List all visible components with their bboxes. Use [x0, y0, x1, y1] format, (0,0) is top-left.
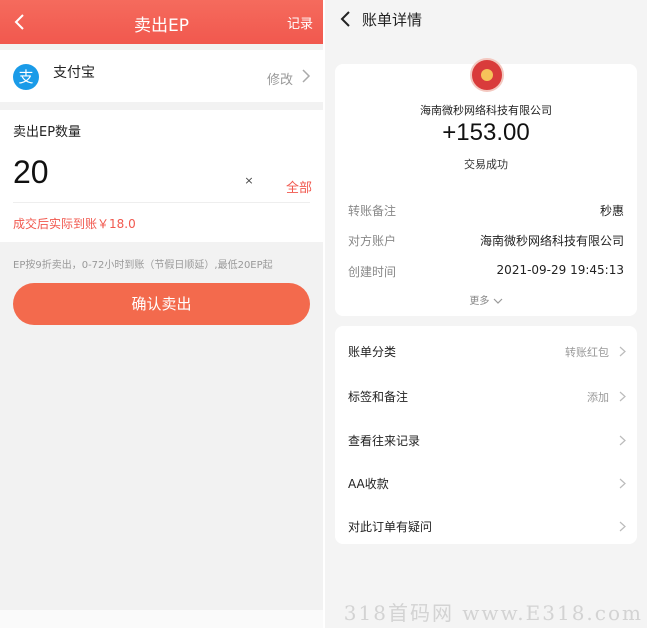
- menu-value: 添加: [587, 391, 609, 404]
- sell-note: EP按9折卖出，0-72小时到账（节假日顺延）,最低20EP起: [13, 260, 273, 271]
- company-name: 海南微秒网络科技有限公司: [420, 104, 552, 117]
- menu-item-tags[interactable]: 标签和备注 添加: [335, 374, 637, 414]
- chevron-right-icon: [619, 391, 626, 402]
- sell-ep-header: 卖出EP 记录: [0, 0, 323, 44]
- chevron-right-icon: [619, 346, 626, 357]
- menu-item-question[interactable]: 对此订单有疑问: [335, 504, 637, 544]
- detail-row-account: 对方账户 海南微秒网络科技有限公司: [348, 232, 624, 250]
- menu-item-category[interactable]: 账单分类 转账红包: [335, 329, 637, 369]
- menu-label: AA收款: [348, 477, 389, 491]
- clear-icon[interactable]: ×: [242, 174, 256, 188]
- chevron-right-icon: [619, 435, 626, 446]
- detail-key: 转账备注: [348, 204, 397, 218]
- transaction-amount: +153.00: [442, 119, 530, 146]
- menu-item-history[interactable]: 查看往来记录: [335, 418, 637, 458]
- back-arrow-icon[interactable]: [335, 8, 357, 30]
- payment-method-name: 支付宝: [53, 65, 95, 81]
- transaction-card: 海南微秒网络科技有限公司 +153.00 交易成功 转账备注 秒惠 对方账户 海…: [335, 58, 637, 316]
- bill-detail-header: 账单详情: [325, 0, 647, 40]
- confirm-sell-button[interactable]: 确认卖出: [13, 283, 310, 325]
- page-title: 卖出EP: [134, 16, 189, 36]
- menu-label: 标签和备注: [348, 390, 409, 404]
- detail-row-remark: 转账备注 秒惠: [348, 202, 624, 220]
- amount-input[interactable]: 20: [13, 154, 49, 191]
- detail-value: 海南微秒网络科技有限公司: [479, 234, 624, 248]
- chevron-down-icon: [493, 298, 503, 304]
- amount-label: 卖出EP数量: [13, 125, 82, 140]
- menu-label: 对此订单有疑问: [348, 520, 433, 534]
- detail-key: 创建时间: [348, 265, 397, 279]
- detail-value: 2021-09-29 19:45:13: [496, 263, 624, 277]
- sell-amount-card: 卖出EP数量 20 × 全部 成交后实际到账￥18.0: [0, 110, 323, 242]
- chevron-right-icon: [619, 478, 626, 489]
- menu-label: 查看往来记录: [348, 434, 421, 448]
- menu-value: 转账红包: [565, 346, 609, 359]
- detail-key: 对方账户: [348, 234, 397, 248]
- chevron-right-icon: [302, 69, 311, 83]
- divider: [13, 202, 310, 203]
- alipay-icon: 支: [13, 64, 39, 90]
- company-logo-icon: [470, 58, 504, 92]
- detail-row-time: 创建时间 2021-09-29 19:45:13: [348, 263, 624, 281]
- bill-detail-panel: 账单详情 海南微秒网络科技有限公司 +153.00 交易成功 转账备注 秒惠 对…: [325, 0, 647, 628]
- menu-item-aa[interactable]: AA收款: [335, 461, 637, 501]
- bottom-bar: [0, 610, 323, 628]
- page-title: 账单详情: [362, 11, 423, 29]
- transaction-status: 交易成功: [464, 158, 508, 171]
- modify-link[interactable]: 修改: [267, 69, 293, 88]
- sell-ep-panel: 卖出EP 记录 支 支付宝 修改 卖出EP数量 20 × 全部 成交后实际到账￥…: [0, 0, 323, 628]
- payment-method-row[interactable]: 支 支付宝 修改: [0, 50, 323, 102]
- chevron-right-icon: [619, 521, 626, 532]
- more-label: 更多: [469, 296, 490, 307]
- watermark-text: 318首码网 www.E318.com: [343, 601, 643, 625]
- record-link[interactable]: 记录: [287, 13, 313, 32]
- actual-amount-text: 成交后实际到账￥18.0: [13, 217, 136, 231]
- menu-label: 账单分类: [348, 345, 397, 359]
- more-link[interactable]: 更多: [335, 292, 637, 307]
- all-button[interactable]: 全部: [286, 177, 312, 196]
- bill-menu-card: 账单分类 转账红包 标签和备注 添加 查看往来记录 AA收款 对此订单有疑问: [335, 326, 637, 544]
- detail-value: 秒惠: [599, 204, 624, 218]
